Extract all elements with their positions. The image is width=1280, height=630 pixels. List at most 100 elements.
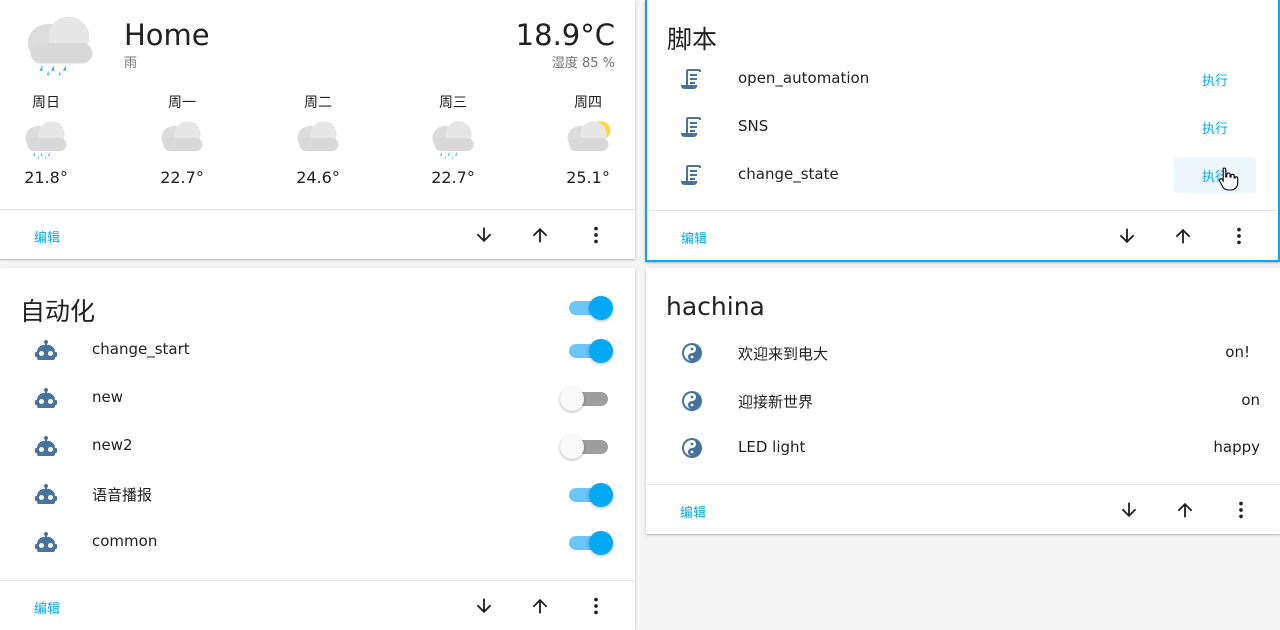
move-down-button[interactable] <box>470 222 498 248</box>
script-icon <box>679 163 703 187</box>
more-vertical-icon <box>1230 499 1252 521</box>
run-button[interactable]: 执行 <box>1174 109 1256 145</box>
automation-name: new2 <box>92 436 133 454</box>
more-vertical-icon <box>585 224 607 246</box>
card-actions <box>470 593 610 619</box>
yin-yang-icon <box>680 436 704 460</box>
switch-knob <box>560 387 584 411</box>
forecast-day: 周一 22.7° <box>147 92 217 187</box>
robot-icon <box>34 386 58 410</box>
card-footer: 编辑 <box>647 210 1278 260</box>
forecast-day: 周二 24.6° <box>283 92 353 187</box>
automation-switch[interactable] <box>563 482 613 507</box>
switch-knob <box>589 339 613 363</box>
arrow-down-icon <box>473 224 495 246</box>
forecast-day: 周四 25.1° <box>553 92 623 187</box>
weather-location-name: Home <box>124 18 210 52</box>
rainy-cloud-icon <box>18 116 74 160</box>
script-icon <box>679 67 703 91</box>
forecast-day-name: 周二 <box>304 95 332 111</box>
forecast-temp: 21.8° <box>24 168 68 187</box>
move-down-button[interactable] <box>1115 497 1143 523</box>
forecast-temp: 24.6° <box>296 168 340 187</box>
automation-switch[interactable] <box>563 530 613 555</box>
list-item: 迎接新世界 on <box>646 377 1280 425</box>
move-up-button[interactable] <box>1169 223 1197 249</box>
robot-icon <box>34 482 58 506</box>
card-title: 脚本 <box>667 25 718 54</box>
rainy-cloud-icon <box>16 10 104 76</box>
run-button[interactable]: 执行 <box>1174 61 1256 97</box>
list-item: change_state 执行 <box>647 151 1278 199</box>
weather-state: 雨 <box>124 56 138 71</box>
card-actions <box>470 222 610 248</box>
script-icon <box>679 115 703 139</box>
forecast-temp: 22.7° <box>431 168 475 187</box>
automation-name: common <box>92 532 158 550</box>
script-card: 脚本 open_automation 执行 SNS 执行 change_stat… <box>645 0 1280 262</box>
card-actions <box>1113 223 1253 249</box>
more-options-button[interactable] <box>1225 223 1253 249</box>
more-options-button[interactable] <box>1227 497 1255 523</box>
hachina-card: hachina 欢迎来到电大 on! 迎接新世界 on LED light ha… <box>646 268 1280 534</box>
list-item: SNS 执行 <box>647 103 1278 151</box>
move-up-button[interactable] <box>1171 497 1199 523</box>
arrow-up-icon <box>529 224 551 246</box>
card-footer: 编辑 <box>0 209 635 259</box>
forecast-day-name: 周日 <box>32 95 60 111</box>
entity-value: happy <box>1213 438 1260 456</box>
automation-name: change_start <box>92 340 190 358</box>
edit-button[interactable]: 编辑 <box>681 228 707 247</box>
arrow-down-icon <box>473 595 495 617</box>
card-actions <box>1115 497 1255 523</box>
list-item: common <box>0 518 635 566</box>
list-item: open_automation 执行 <box>647 55 1278 103</box>
toggle-all-switch[interactable] <box>563 295 613 320</box>
forecast-day-name: 周一 <box>168 95 196 111</box>
arrow-up-icon <box>1172 225 1194 247</box>
edit-button[interactable]: 编辑 <box>680 502 706 521</box>
weather-card: Home 雨 18.9°C 湿度 85 % 周日 21.8° 周一 22.7° … <box>0 0 635 259</box>
list-item: LED light happy <box>646 424 1280 472</box>
rainy-cloud-icon <box>425 116 481 160</box>
more-options-button[interactable] <box>582 593 610 619</box>
move-down-button[interactable] <box>470 593 498 619</box>
edit-button[interactable]: 编辑 <box>34 227 60 246</box>
card-title: 自动化 <box>20 297 96 326</box>
forecast-day-name: 周四 <box>574 95 602 111</box>
current-temperature: 18.9°C <box>515 18 615 52</box>
entity-name: LED light <box>738 438 806 456</box>
switch-knob <box>589 531 613 555</box>
edit-button[interactable]: 编辑 <box>34 598 60 617</box>
move-up-button[interactable] <box>526 593 554 619</box>
list-item: new2 <box>0 422 635 470</box>
script-name: SNS <box>738 117 769 135</box>
automation-switch[interactable] <box>560 434 610 459</box>
list-item: new <box>0 374 635 422</box>
forecast-temp: 22.7° <box>160 168 204 187</box>
cloudy-icon <box>154 116 210 160</box>
forecast-day: 周三 22.7° <box>418 92 488 187</box>
automation-card: 自动化 change_start new new2 语音播报 common 编辑 <box>0 268 635 630</box>
move-up-button[interactable] <box>526 222 554 248</box>
arrow-down-icon <box>1116 225 1138 247</box>
automation-switch[interactable] <box>560 386 610 411</box>
list-item: change_start <box>0 326 635 374</box>
automation-switch[interactable] <box>563 338 613 363</box>
entity-value: on! <box>1225 343 1250 361</box>
partly-cloudy-icon <box>560 116 616 160</box>
switch-knob <box>560 435 584 459</box>
arrow-up-icon <box>529 595 551 617</box>
entity-name: 迎接新世界 <box>738 393 814 411</box>
robot-icon <box>34 338 58 362</box>
humidity: 湿度 85 % <box>551 56 615 71</box>
run-button[interactable]: 执行 <box>1174 157 1256 193</box>
more-vertical-icon <box>585 595 607 617</box>
card-title: hachina <box>666 292 765 321</box>
robot-icon <box>34 530 58 554</box>
hand-cursor-icon <box>1218 167 1239 191</box>
yin-yang-icon <box>680 389 704 413</box>
more-options-button[interactable] <box>582 222 610 248</box>
entity-value: on <box>1241 391 1260 409</box>
move-down-button[interactable] <box>1113 223 1141 249</box>
